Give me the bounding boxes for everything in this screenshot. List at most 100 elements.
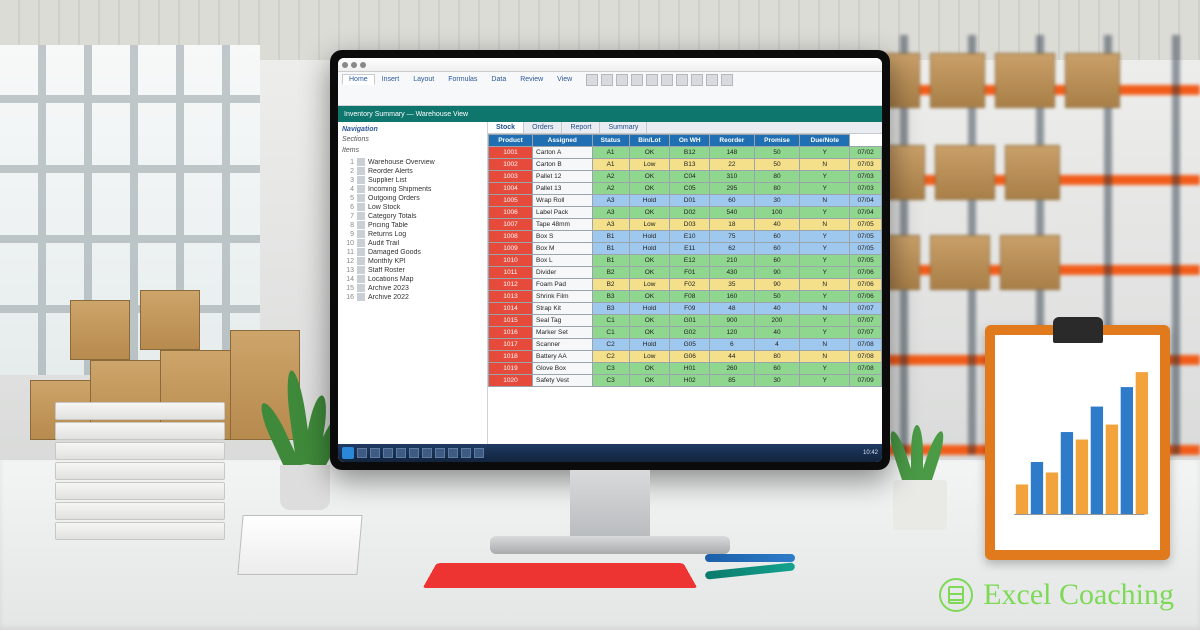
- cell[interactable]: 295: [710, 183, 755, 195]
- cell[interactable]: 35: [710, 279, 755, 291]
- cell-id[interactable]: 1020: [489, 375, 533, 387]
- table-row[interactable]: 1005Wrap RollA3HoldD016030N07/04: [489, 195, 882, 207]
- cell-desc[interactable]: Glove Box: [533, 363, 593, 375]
- window-control-icon[interactable]: [360, 62, 366, 68]
- cell[interactable]: D03: [670, 219, 710, 231]
- cell[interactable]: OK: [629, 267, 670, 279]
- nav-item[interactable]: 12Monthly KPI: [342, 257, 483, 265]
- start-icon[interactable]: [342, 447, 354, 459]
- cell[interactable]: 200: [754, 315, 800, 327]
- align-left-icon[interactable]: [646, 74, 658, 86]
- cell[interactable]: 120: [710, 327, 755, 339]
- cell[interactable]: 148: [710, 147, 755, 159]
- cell[interactable]: N: [800, 159, 850, 171]
- cell[interactable]: 18: [710, 219, 755, 231]
- column-header[interactable]: Assigned: [533, 135, 593, 147]
- nav-item[interactable]: 4Incoming Shipments: [342, 185, 483, 193]
- cell[interactable]: Y: [800, 243, 850, 255]
- cell-desc[interactable]: Box L: [533, 255, 593, 267]
- cell[interactable]: 07/05: [850, 255, 882, 267]
- cell-id[interactable]: 1001: [489, 147, 533, 159]
- cell[interactable]: 60: [754, 363, 800, 375]
- cell-id[interactable]: 1006: [489, 207, 533, 219]
- cell[interactable]: A3: [592, 207, 629, 219]
- cell[interactable]: 07/06: [850, 291, 882, 303]
- cell[interactable]: Y: [800, 375, 850, 387]
- cell[interactable]: B1: [592, 243, 629, 255]
- cell[interactable]: C1: [592, 315, 629, 327]
- cell[interactable]: 50: [754, 291, 800, 303]
- cell[interactable]: B13: [670, 159, 710, 171]
- column-header[interactable]: On WH: [670, 135, 710, 147]
- cell[interactable]: C2: [592, 339, 629, 351]
- cell[interactable]: 80: [754, 351, 800, 363]
- table-row[interactable]: 1020Safety VestC3OKH028530Y07/09: [489, 375, 882, 387]
- cell-id[interactable]: 1010: [489, 255, 533, 267]
- cell-id[interactable]: 1012: [489, 279, 533, 291]
- cell[interactable]: 60: [754, 255, 800, 267]
- table-row[interactable]: 1011DividerB2OKF0143090Y07/06: [489, 267, 882, 279]
- cell[interactable]: Low: [629, 159, 670, 171]
- nav-item[interactable]: 6Low Stock: [342, 203, 483, 211]
- cell[interactable]: 48: [710, 303, 755, 315]
- taskbar-app-icon[interactable]: [435, 448, 445, 458]
- cell[interactable]: N: [800, 195, 850, 207]
- cell[interactable]: 07/08: [850, 351, 882, 363]
- cell[interactable]: G06: [670, 351, 710, 363]
- sort-icon[interactable]: [706, 74, 718, 86]
- cell[interactable]: OK: [629, 207, 670, 219]
- nav-item[interactable]: 16Archive 2022: [342, 293, 483, 301]
- table-row[interactable]: 1003Pallet 12A2OKC0431080Y07/03: [489, 171, 882, 183]
- cell[interactable]: E10: [670, 231, 710, 243]
- cell-desc[interactable]: Shrink Film: [533, 291, 593, 303]
- cell[interactable]: 210: [710, 255, 755, 267]
- table-row[interactable]: 1004Pallet 13A2OKC0529580Y07/03: [489, 183, 882, 195]
- cell[interactable]: 30: [754, 195, 800, 207]
- cell[interactable]: 90: [754, 267, 800, 279]
- table-row[interactable]: 1013Shrink FilmB3OKF0816050Y07/06: [489, 291, 882, 303]
- cell[interactable]: 07/07: [850, 327, 882, 339]
- cell[interactable]: Low: [629, 279, 670, 291]
- taskbar-app-icon[interactable]: [461, 448, 471, 458]
- cell[interactable]: OK: [629, 255, 670, 267]
- cell[interactable]: C3: [592, 363, 629, 375]
- nav-item[interactable]: 5Outgoing Orders: [342, 194, 483, 202]
- cell-desc[interactable]: Foam Pad: [533, 279, 593, 291]
- cell[interactable]: Y: [800, 363, 850, 375]
- ribbon-tab[interactable]: View: [550, 74, 579, 85]
- cell[interactable]: D01: [670, 195, 710, 207]
- table-row[interactable]: 1002Carton BA1LowB132250N07/03: [489, 159, 882, 171]
- cell[interactable]: 80: [754, 171, 800, 183]
- filter-icon[interactable]: [721, 74, 733, 86]
- cell-id[interactable]: 1005: [489, 195, 533, 207]
- cell[interactable]: D02: [670, 207, 710, 219]
- cell[interactable]: OK: [629, 315, 670, 327]
- cell[interactable]: Y: [800, 183, 850, 195]
- table-row[interactable]: 1008Box SB1HoldE107560Y07/05: [489, 231, 882, 243]
- fill-color-icon[interactable]: [616, 74, 628, 86]
- cell-desc[interactable]: Pallet 12: [533, 171, 593, 183]
- font-color-icon[interactable]: [631, 74, 643, 86]
- cell[interactable]: Y: [800, 315, 850, 327]
- ribbon-tab[interactable]: Data: [484, 74, 513, 85]
- cell[interactable]: E11: [670, 243, 710, 255]
- cell-id[interactable]: 1013: [489, 291, 533, 303]
- cell[interactable]: B3: [592, 303, 629, 315]
- cell-id[interactable]: 1003: [489, 171, 533, 183]
- nav-item[interactable]: 3Supplier List: [342, 176, 483, 184]
- sheet-tab[interactable]: Report: [562, 122, 600, 133]
- ribbon-tab[interactable]: Home: [342, 74, 375, 85]
- cell[interactable]: G01: [670, 315, 710, 327]
- cell[interactable]: 07/03: [850, 159, 882, 171]
- cell[interactable]: OK: [629, 375, 670, 387]
- cell[interactable]: 07/03: [850, 183, 882, 195]
- cell[interactable]: C1: [592, 327, 629, 339]
- cell[interactable]: 07/06: [850, 267, 882, 279]
- cell[interactable]: 07/05: [850, 243, 882, 255]
- cell[interactable]: A1: [592, 147, 629, 159]
- cell[interactable]: Hold: [629, 195, 670, 207]
- nav-item[interactable]: 14Locations Map: [342, 275, 483, 283]
- window-control-icon[interactable]: [351, 62, 357, 68]
- nav-item[interactable]: 11Damaged Goods: [342, 248, 483, 256]
- cell[interactable]: A1: [592, 159, 629, 171]
